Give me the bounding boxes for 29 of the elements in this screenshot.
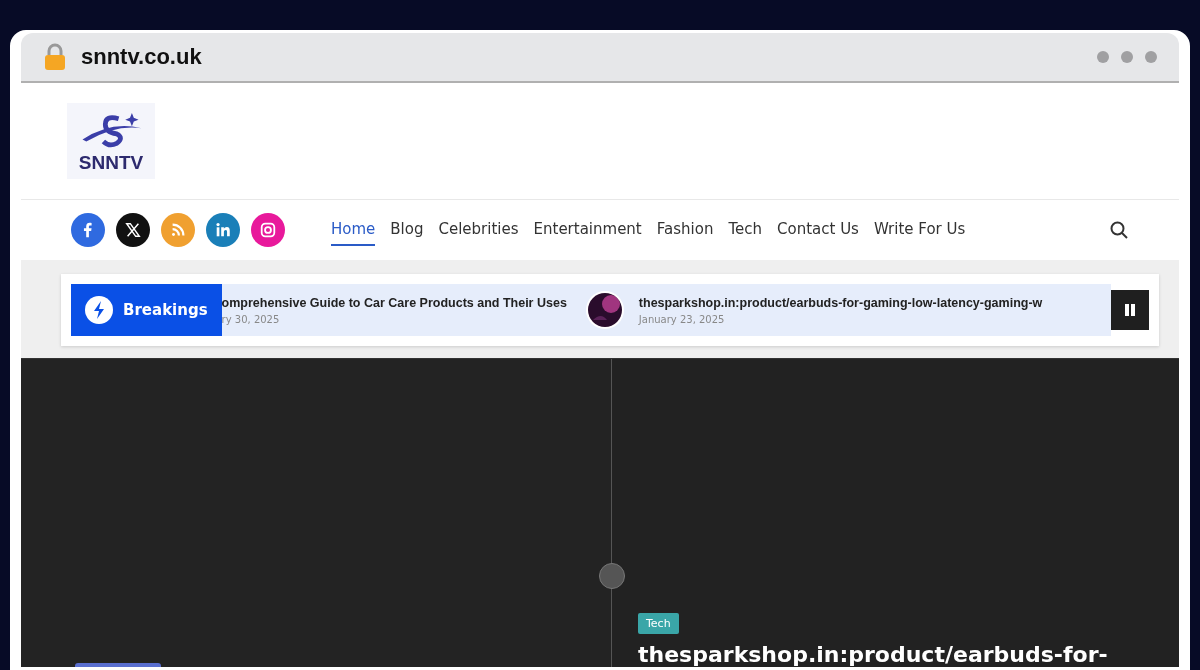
- lock-icon: [43, 43, 67, 71]
- linkedin-icon[interactable]: [206, 213, 240, 247]
- window-dot[interactable]: [1097, 51, 1109, 63]
- post-date: January 23, 2025: [638, 313, 726, 325]
- address-text: snntv.co.uk: [81, 44, 202, 70]
- nav-link[interactable]: Contact Us: [777, 214, 859, 246]
- headline-link[interactable]: omprehensive Guide to Car Care Products and Their Uses: [221, 295, 567, 310]
- site-logo[interactable]: SNNTV: [67, 103, 155, 179]
- nav-link[interactable]: Celebrities: [438, 214, 519, 246]
- instagram-icon[interactable]: [251, 213, 285, 247]
- x-icon[interactable]: [116, 213, 150, 247]
- search-icon[interactable]: [1109, 220, 1129, 240]
- window-dot[interactable]: [1121, 51, 1133, 63]
- nav-link[interactable]: Blog: [390, 214, 424, 246]
- post-date: ry 30, 2025: [221, 313, 281, 325]
- nav-link[interactable]: Fashion: [656, 214, 714, 246]
- window-dot[interactable]: [1145, 51, 1157, 63]
- breakings-label: Breakings: [71, 284, 222, 336]
- pause-icon: [1123, 303, 1137, 317]
- headline-link[interactable]: thesparkshop.in:product/earbuds-for-gaming-low-latency-gaming-w: [638, 295, 1043, 310]
- rss-icon[interactable]: [161, 213, 195, 247]
- pause-button[interactable]: [1111, 290, 1149, 330]
- nav-link[interactable]: Write For Us: [873, 214, 966, 246]
- lightning-icon: [85, 296, 113, 324]
- facebook-icon[interactable]: [71, 213, 105, 247]
- nav-link[interactable]: Home: [331, 214, 376, 246]
- nav-link[interactable]: Tech: [728, 214, 762, 246]
- slide-headline[interactable]: thesparkshop.in:product/earbuds-for-: [638, 642, 1108, 667]
- nav-link[interactable]: Entertainment: [533, 214, 642, 246]
